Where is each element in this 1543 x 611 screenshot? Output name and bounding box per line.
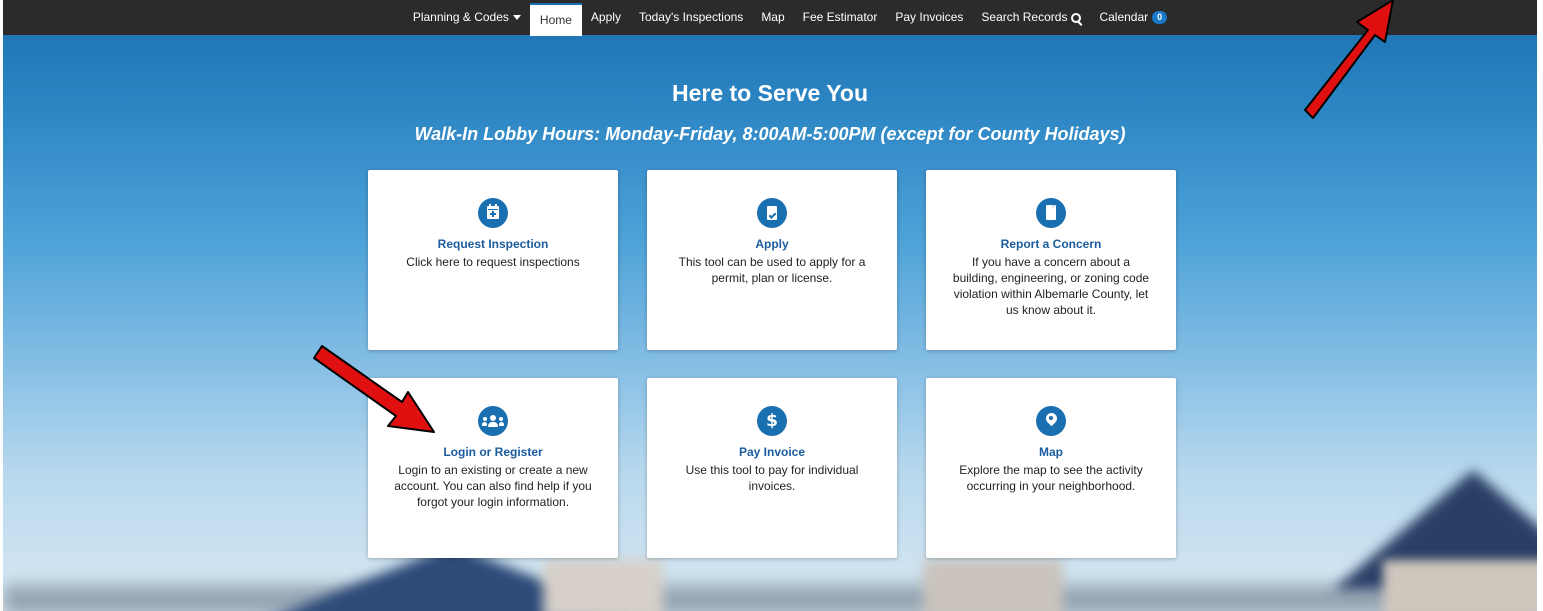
card-request-inspection[interactable]: Request Inspection Click here to request… (368, 170, 618, 350)
card-description: Use this tool to pay for individual invo… (685, 463, 859, 493)
background-house (1383, 560, 1537, 611)
nav-calendar-label: Calendar (1099, 10, 1149, 24)
nav-search-records[interactable]: Search Records (972, 0, 1090, 35)
annotation-arrow-top-right (1304, 0, 1394, 119)
nav-calendar[interactable]: Calendar 0 (1090, 0, 1176, 35)
card-apply[interactable]: Apply This tool can be used to apply for… (647, 170, 897, 350)
nav-pay-invoices[interactable]: Pay Invoices (886, 0, 972, 35)
card-description: Click here to request inspections (406, 255, 580, 269)
card-pay-invoice[interactable]: $ Pay Invoice Use this tool to pay for i… (647, 378, 897, 558)
nav-fee-estimator[interactable]: Fee Estimator (794, 0, 887, 35)
users-icon (478, 406, 508, 436)
background-house (543, 560, 663, 611)
map-pin-icon (1036, 406, 1066, 436)
card-description: Explore the map to see the activity occu… (959, 463, 1143, 493)
dollar-icon: $ (757, 406, 787, 436)
card-description: If you have a concern about a building, … (952, 255, 1150, 317)
nav-apply[interactable]: Apply (582, 0, 630, 35)
nav-todays-inspections[interactable]: Today's Inspections (630, 0, 752, 35)
nav-home[interactable]: Home (529, 3, 582, 36)
calendar-plus-icon (478, 198, 508, 228)
card-description: Login to an existing or create a new acc… (394, 463, 592, 509)
clipboard-check-icon (757, 198, 787, 228)
annotation-arrow-login (313, 345, 435, 433)
card-title: Apply (755, 237, 789, 251)
nav-search-label: Search Records (981, 10, 1068, 24)
card-map[interactable]: Map Explore the map to see the activity … (926, 378, 1176, 558)
card-title: Map (1039, 445, 1063, 459)
document-icon (1036, 198, 1066, 228)
search-icon (1071, 12, 1082, 23)
calendar-count-badge: 0 (1152, 11, 1168, 24)
background-ground (3, 585, 1537, 611)
nav-planning-dropdown[interactable]: Planning & Codes (404, 0, 530, 35)
hero-background: Planning & Codes Home Apply Today's Insp… (3, 0, 1537, 611)
nav-planning-label: Planning & Codes (412, 10, 509, 24)
card-description: This tool can be used to apply for a per… (678, 255, 866, 285)
card-report-concern[interactable]: Report a Concern If you have a concern a… (926, 170, 1176, 350)
background-house (923, 560, 1063, 611)
card-title: Pay Invoice (738, 445, 806, 459)
card-title: Report a Concern (1000, 237, 1102, 251)
card-title: Request Inspection (437, 237, 549, 251)
caret-down-icon (512, 15, 521, 20)
nav-map[interactable]: Map (752, 0, 793, 35)
card-title: Login or Register (443, 445, 543, 459)
